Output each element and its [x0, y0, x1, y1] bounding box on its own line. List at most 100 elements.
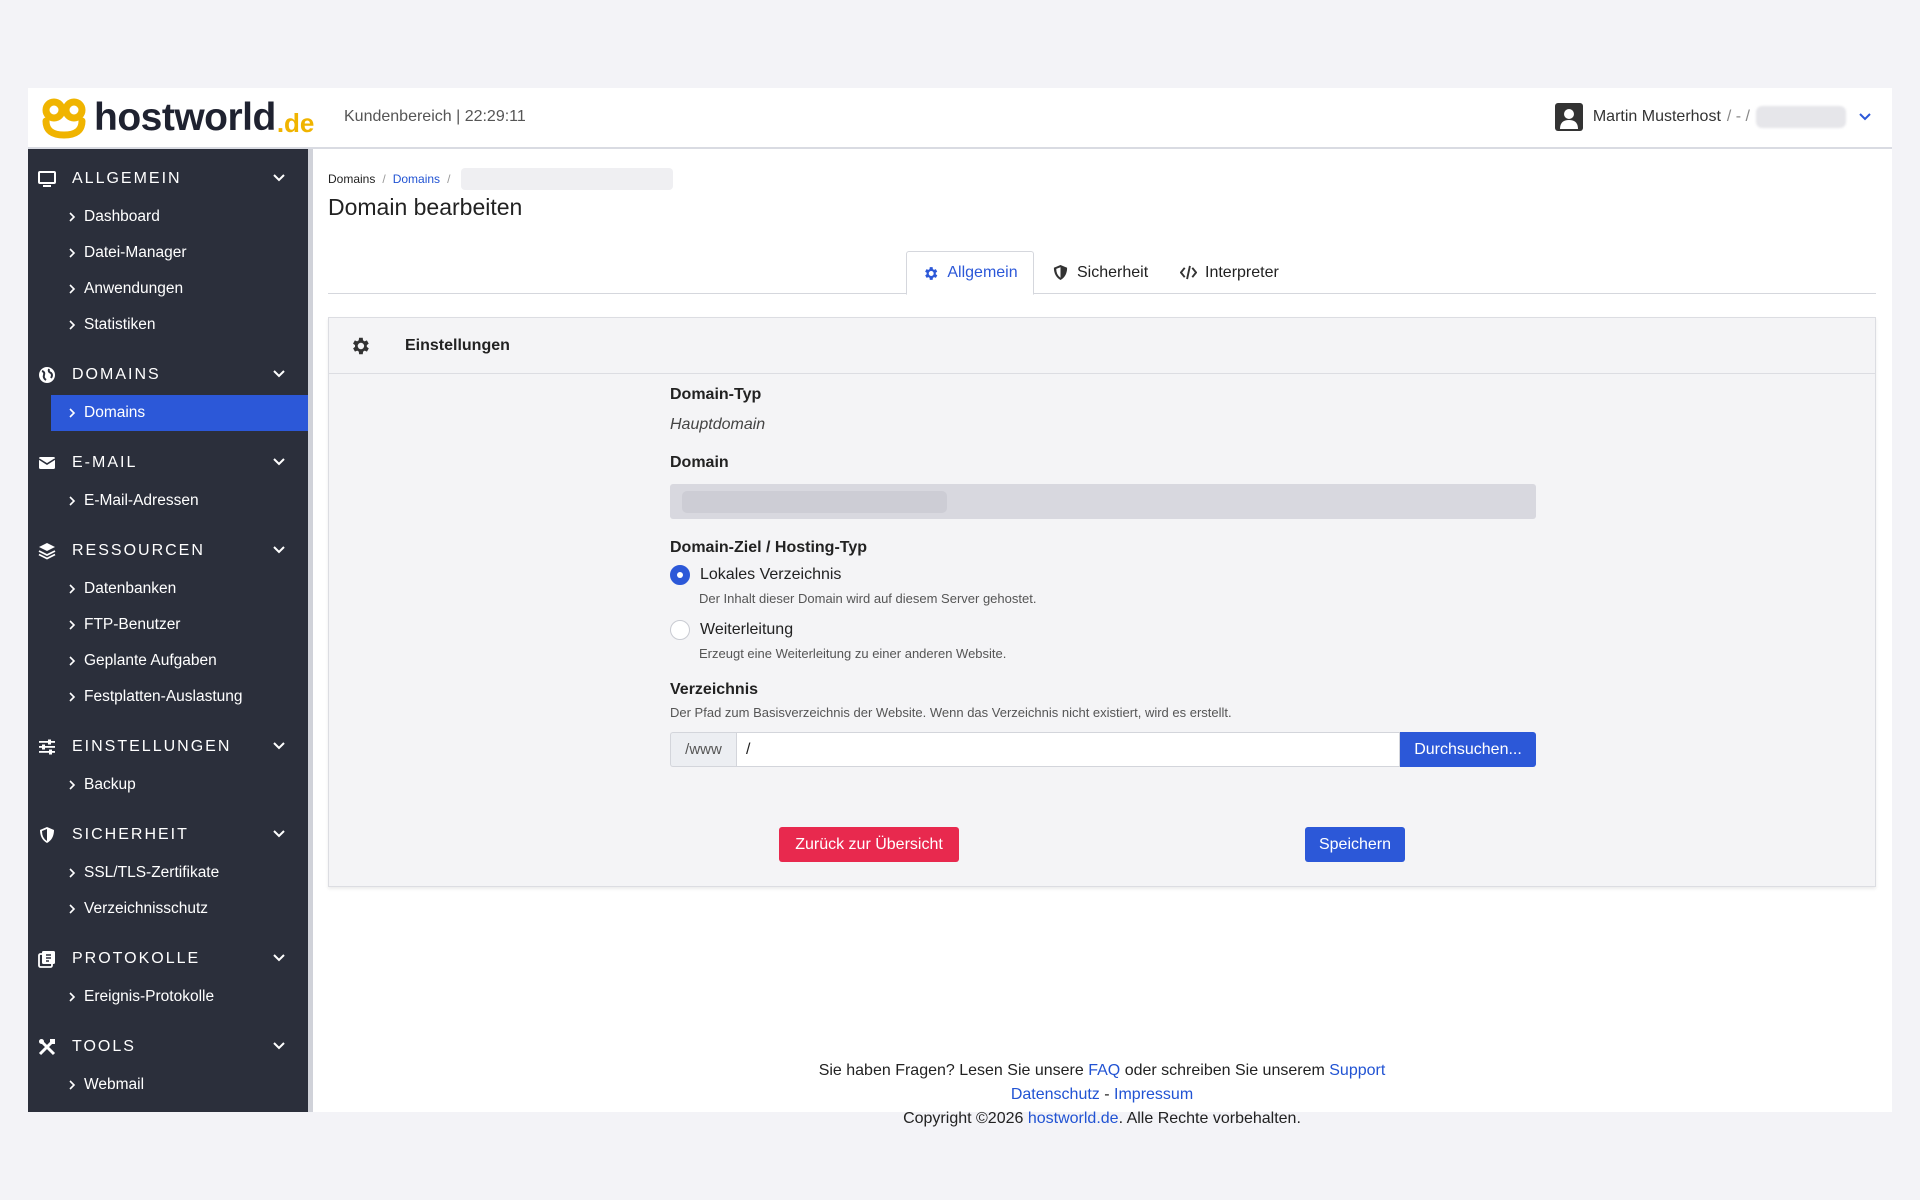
- sidebar-section-domains[interactable]: DOMAINS: [28, 355, 308, 395]
- chevron-down-icon: [1859, 113, 1871, 121]
- sidebar-item-label: Datei-Manager: [84, 244, 187, 261]
- breadcrumb-current-redacted: [461, 168, 674, 190]
- tab-sicherheit[interactable]: Sicherheit: [1052, 251, 1148, 294]
- tab-bar: Allgemein Sicherheit Interpreter: [328, 251, 1876, 295]
- radio-local-label: Lokales Verzeichnis: [700, 566, 842, 583]
- sidebar-item-webmail[interactable]: Webmail: [28, 1067, 308, 1103]
- settings-card: Einstellungen Domain-Typ Hauptdomain Dom…: [328, 317, 1876, 887]
- tab-label: Sicherheit: [1077, 263, 1149, 281]
- sidebar-section-ressourcen[interactable]: RESSOURCEN: [28, 531, 308, 571]
- chevron-right-icon: [69, 904, 76, 914]
- chevron-down-icon: [273, 174, 285, 182]
- hostworld-logo[interactable]: hostworld .de: [42, 93, 314, 143]
- privacy-link[interactable]: Datenschutz: [1011, 1086, 1100, 1103]
- sidebar-item-label: Anwendungen: [84, 280, 184, 297]
- sidebar-section-label: EINSTELLUNGEN: [72, 738, 232, 755]
- tab-interpreter[interactable]: Interpreter: [1180, 251, 1279, 294]
- option-redirect[interactable]: Weiterleitung: [670, 620, 1538, 640]
- breadcrumb-link-domains[interactable]: Domains: [393, 172, 440, 186]
- portal-label: Kundenbereich | 22:29:11: [344, 108, 526, 125]
- sidebar-item-backup[interactable]: Backup: [28, 767, 308, 803]
- back-to-overview-button[interactable]: Zurück zur Übersicht: [779, 827, 959, 862]
- browse-button[interactable]: Durchsuchen...: [1400, 732, 1536, 767]
- chevron-right-icon: [69, 408, 76, 418]
- sidebar-item-email-adressen[interactable]: E-Mail-Adressen: [28, 483, 308, 519]
- page-title: Domain bearbeiten: [328, 194, 523, 220]
- breadcrumb: Domains / Domains /: [328, 168, 674, 190]
- sidebar-section-einstellungen[interactable]: EINSTELLUNGEN: [28, 727, 308, 767]
- radio-redirect[interactable]: [670, 620, 690, 640]
- chevron-right-icon: [69, 496, 76, 506]
- tab-allgemein[interactable]: Allgemein: [906, 251, 1034, 295]
- sidebar-item-ereignis-protokolle[interactable]: Ereignis-Protokolle: [28, 979, 308, 1015]
- radio-local-directory[interactable]: [670, 565, 690, 585]
- sidebar-item-label: E-Mail-Adressen: [84, 492, 199, 509]
- footer-help-prefix: Sie haben Fragen? Lesen Sie unsere: [818, 1062, 1084, 1079]
- footer-help-middle: oder schreiben Sie unserem: [1124, 1062, 1325, 1079]
- sidebar-item-ssl-zertifikate[interactable]: SSL/TLS-Zertifikate: [28, 855, 308, 891]
- chevron-right-icon: [69, 620, 76, 630]
- domain-type-value: Hauptdomain: [670, 416, 766, 433]
- chevron-down-icon: [273, 954, 285, 962]
- breadcrumb-root: Domains: [328, 172, 376, 186]
- footer-dash: -: [1104, 1086, 1110, 1103]
- sidebar-section-protokolle[interactable]: PROTOKOLLE: [28, 939, 308, 979]
- sidebar-item-label: Geplante Aufgaben: [84, 652, 217, 669]
- sidebar-item-datei-manager[interactable]: Datei-Manager: [28, 235, 308, 271]
- faq-link[interactable]: FAQ: [1088, 1062, 1120, 1079]
- sidebar-section-tools[interactable]: TOOLS: [28, 1027, 308, 1067]
- user-menu[interactable]: Martin Musterhost / - /: [1554, 102, 1872, 132]
- chevron-right-icon: [69, 780, 76, 790]
- sidebar-item-statistiken[interactable]: Statistiken: [28, 307, 308, 343]
- footer-copyright: Copyright ©2026 hostworld.de. Alle Recht…: [328, 1107, 1876, 1131]
- support-link[interactable]: Support: [1329, 1062, 1385, 1079]
- sidebar-item-label: Festplatten-Auslastung: [84, 688, 243, 705]
- sidebar-section-email[interactable]: E-MAIL: [28, 443, 308, 483]
- radio-redirect-help: Erzeugt eine Weiterleitung zu einer ande…: [699, 646, 1007, 661]
- sidebar-item-datenbanken[interactable]: Datenbanken: [28, 571, 308, 607]
- directory-prefix: /www: [670, 732, 736, 767]
- chevron-right-icon: [69, 868, 76, 878]
- sidebar-section-sicherheit[interactable]: SICHERHEIT: [28, 815, 308, 855]
- sidebar-section-label: DOMAINS: [72, 366, 161, 383]
- gear-icon: [925, 266, 938, 280]
- log-icon: [38, 950, 56, 968]
- chevron-down-icon: [273, 830, 285, 838]
- footer-legal-line: Datenschutz - Impressum: [328, 1083, 1876, 1107]
- chevron-right-icon: [69, 320, 76, 330]
- main-content: Domains / Domains / Domain bearbeiten Al…: [328, 149, 1876, 1127]
- directory-input-group: /www Durchsuchen...: [670, 732, 1536, 767]
- radio-local-help: Der Inhalt dieser Domain wird auf diesem…: [699, 591, 1037, 606]
- layers-icon: [38, 542, 56, 560]
- save-button[interactable]: Speichern: [1305, 827, 1405, 862]
- chevron-down-icon: [273, 742, 285, 750]
- sidebar-section-allgemein[interactable]: ALLGEMEIN: [28, 159, 308, 199]
- sidebar-item-domains[interactable]: Domains: [51, 395, 308, 431]
- chevron-down-icon: [273, 370, 285, 378]
- domain-value-redacted: [682, 491, 947, 513]
- shield-icon: [1053, 264, 1068, 281]
- top-bar: hostworld .de Kundenbereich | 22:29:11 M…: [28, 88, 1892, 149]
- chevron-right-icon: [69, 212, 76, 222]
- copyright-link[interactable]: hostworld.de: [1028, 1110, 1119, 1127]
- imprint-link[interactable]: Impressum: [1114, 1086, 1193, 1103]
- sidebar-item-festplatten-auslastung[interactable]: Festplatten-Auslastung: [28, 679, 308, 715]
- sidebar-section-label: TOOLS: [72, 1038, 136, 1055]
- chevron-right-icon: [69, 692, 76, 702]
- card-title: Einstellungen: [405, 336, 510, 354]
- chevron-down-icon: [273, 546, 285, 554]
- chevron-right-icon: [69, 992, 76, 1002]
- sidebar-divider: [308, 149, 313, 1112]
- directory-input[interactable]: [736, 732, 1400, 767]
- option-local-directory[interactable]: Lokales Verzeichnis: [670, 565, 1538, 585]
- chevron-right-icon: [69, 284, 76, 294]
- domain-type-label: Domain-Typ: [670, 386, 762, 403]
- sidebar-item-ftp-benutzer[interactable]: FTP-Benutzer: [28, 607, 308, 643]
- sidebar-item-anwendungen[interactable]: Anwendungen: [28, 271, 308, 307]
- sidebar-item-dashboard[interactable]: Dashboard: [28, 199, 308, 235]
- sidebar-item-verzeichnisschutz[interactable]: Verzeichnisschutz: [28, 891, 308, 927]
- domain-label: Domain: [670, 454, 729, 471]
- sidebar-item-geplante-aufgaben[interactable]: Geplante Aufgaben: [28, 643, 308, 679]
- copyright-suffix: . Alle Rechte vorbehalten.: [1118, 1110, 1301, 1127]
- chevron-right-icon: [69, 1080, 76, 1090]
